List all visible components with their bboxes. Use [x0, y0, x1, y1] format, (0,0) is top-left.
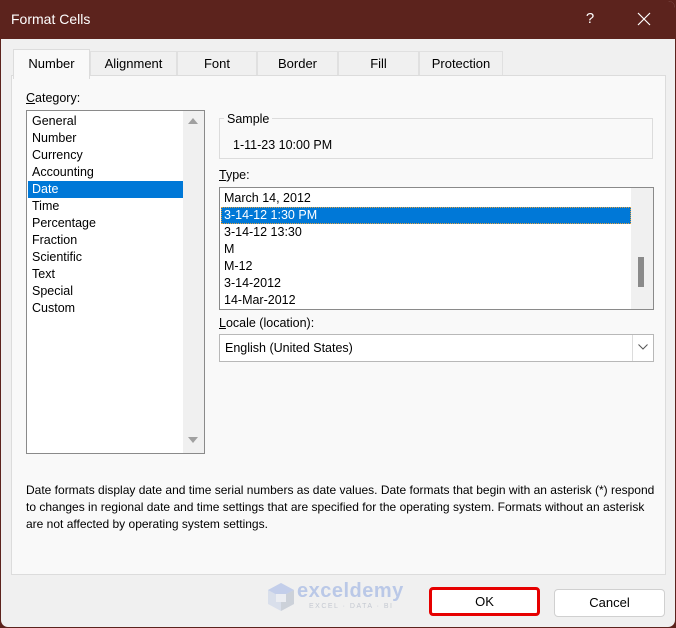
number-tab-panel: Category: General Number Currency Accoun…: [11, 75, 666, 575]
type-item[interactable]: March 14, 2012: [221, 190, 631, 207]
type-list[interactable]: March 14, 2012 3-14-12 1:30 PM 3-14-12 1…: [219, 187, 654, 310]
category-item-currency[interactable]: Currency: [28, 147, 183, 164]
type-label: Type:: [219, 168, 250, 182]
tab-font[interactable]: Font: [177, 51, 257, 77]
exceldemy-watermark: exceldemy EXCEL · DATA · BI: [267, 580, 410, 614]
close-icon: [637, 12, 651, 26]
category-item-custom[interactable]: Custom: [28, 300, 183, 317]
locale-label: Locale (location):: [219, 316, 315, 330]
dialog-title: Format Cells: [11, 11, 91, 27]
category-list[interactable]: General Number Currency Accounting Date …: [26, 110, 205, 454]
sample-value: 1-11-23 10:00 PM: [233, 138, 333, 152]
tab-alignment[interactable]: Alignment: [90, 51, 177, 77]
format-cells-dialog: Format Cells ? Number Alignment Font Bor…: [0, 0, 676, 628]
category-item-general[interactable]: General: [28, 113, 183, 130]
type-item[interactable]: 3-14-2012: [221, 275, 631, 292]
chevron-down-icon: [638, 344, 648, 350]
type-item[interactable]: M-12: [221, 258, 631, 275]
scroll-up-arrow-icon[interactable]: [188, 118, 198, 124]
scroll-down-arrow-icon[interactable]: [188, 437, 198, 443]
locale-dropdown-button[interactable]: [632, 335, 653, 361]
category-label: Category:: [26, 91, 81, 105]
watermark-tagline: EXCEL · DATA · BI: [309, 603, 394, 610]
title-bar: Format Cells ?: [1, 1, 675, 39]
type-item[interactable]: M: [221, 241, 631, 258]
watermark-name: exceldemy: [297, 580, 404, 602]
cancel-button[interactable]: Cancel: [554, 589, 665, 617]
category-item-number[interactable]: Number: [28, 130, 183, 147]
tab-border[interactable]: Border: [257, 51, 338, 77]
type-item-selected[interactable]: 3-14-12 1:30 PM: [221, 207, 631, 224]
type-scroll-thumb[interactable]: [638, 257, 644, 287]
tab-protection[interactable]: Protection: [419, 51, 503, 77]
tab-fill[interactable]: Fill: [338, 51, 419, 77]
type-item[interactable]: 3-14-12 13:30: [221, 224, 631, 241]
close-button[interactable]: [629, 9, 659, 31]
sample-label: Sample: [224, 112, 273, 126]
category-scrollbar[interactable]: [183, 111, 204, 453]
type-item[interactable]: 14-Mar-2012: [221, 292, 631, 309]
type-scrollbar[interactable]: [631, 188, 653, 309]
locale-value: English (United States): [225, 341, 353, 355]
format-description: Date formats display date and time seria…: [26, 483, 655, 531]
locale-dropdown[interactable]: English (United States): [219, 334, 654, 362]
category-item-percentage[interactable]: Percentage: [28, 215, 183, 232]
exceldemy-logo-icon: [268, 583, 294, 611]
help-button[interactable]: ?: [583, 10, 597, 27]
ok-button[interactable]: OK: [429, 587, 540, 616]
category-item-accounting[interactable]: Accounting: [28, 164, 183, 181]
category-item-time[interactable]: Time: [28, 198, 183, 215]
category-item-text[interactable]: Text: [28, 266, 183, 283]
category-item-scientific[interactable]: Scientific: [28, 249, 183, 266]
category-item-date[interactable]: Date: [28, 181, 183, 198]
tab-number[interactable]: Number: [13, 49, 90, 79]
category-item-special[interactable]: Special: [28, 283, 183, 300]
category-item-fraction[interactable]: Fraction: [28, 232, 183, 249]
